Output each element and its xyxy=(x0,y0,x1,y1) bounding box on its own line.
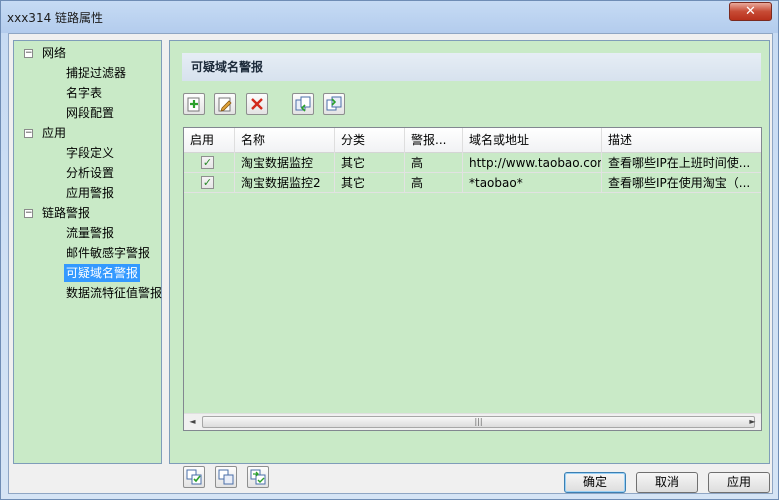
cell-enabled: ✓ xyxy=(184,153,235,173)
ok-button[interactable]: 确定 xyxy=(564,472,626,493)
invert-select-icon xyxy=(250,469,266,485)
tree-item-label: 数据流特征值警报 xyxy=(66,286,163,300)
title-bar: xxx314 链路属性 ✕ xyxy=(1,1,778,33)
settings-tree: − 网络 捕捉过滤器 名字表 网段配置 − 应用 字段定义 分析设置 应用警报 … xyxy=(13,40,162,464)
copy-button[interactable] xyxy=(215,466,237,488)
tree-group-label: 应用 xyxy=(42,126,67,140)
scroll-right-icon[interactable]: ► xyxy=(744,414,761,430)
horizontal-scrollbar[interactable]: ◄ ||| ► xyxy=(184,413,761,430)
invert-select-button[interactable] xyxy=(247,466,269,488)
close-icon: ✕ xyxy=(745,4,756,19)
dialog-client: − 网络 捕捉过滤器 名字表 网段配置 − 应用 字段定义 分析设置 应用警报 … xyxy=(8,33,773,494)
cell-description: 查看哪些IP在上班时间使... xyxy=(602,153,761,173)
delete-button[interactable] xyxy=(246,93,268,115)
tree-item-label: 字段定义 xyxy=(66,146,115,160)
export-button[interactable] xyxy=(323,93,345,115)
scroll-left-icon[interactable]: ◄ xyxy=(184,414,201,430)
collapse-icon[interactable]: − xyxy=(24,129,33,138)
edit-icon xyxy=(218,97,232,112)
cell-domain: http://www.taobao.com xyxy=(463,153,602,173)
cell-name: 淘宝数据监控2 xyxy=(235,173,335,193)
tree-item-label: 流量警报 xyxy=(66,226,115,240)
content-panel: 可疑域名警报 启用 名称 分类 警报... 域名或地址 描述 ✓ 淘宝数据监控 … xyxy=(169,40,770,464)
tree-group-label: 网络 xyxy=(42,46,67,60)
cell-name: 淘宝数据监控 xyxy=(235,153,335,173)
column-header-domain[interactable]: 域名或地址 xyxy=(463,128,602,153)
close-button[interactable]: ✕ xyxy=(729,2,772,21)
apply-button[interactable]: 应用 xyxy=(708,472,770,493)
cell-level: 高 xyxy=(405,173,463,193)
column-header-name[interactable]: 名称 xyxy=(235,128,335,153)
column-header-description[interactable]: 描述 xyxy=(602,128,761,153)
cell-category: 其它 xyxy=(335,153,405,173)
cell-description: 查看哪些IP在使用淘宝（... xyxy=(602,173,761,193)
enabled-checkbox[interactable]: ✓ xyxy=(201,156,214,169)
delete-icon xyxy=(251,98,263,110)
copy-icon xyxy=(218,469,234,485)
cell-domain: *taobao* xyxy=(463,173,602,193)
table-row[interactable]: ✓ 淘宝数据监控 其它 高 http://www.taobao.com 查看哪些… xyxy=(184,153,761,173)
edit-button[interactable] xyxy=(214,93,236,115)
alarm-table: 启用 名称 分类 警报... 域名或地址 描述 ✓ 淘宝数据监控 其它 高 ht… xyxy=(183,127,762,431)
tree-item-label: 可疑域名警报 xyxy=(64,264,141,282)
cell-level: 高 xyxy=(405,153,463,173)
cell-enabled: ✓ xyxy=(184,173,235,193)
enabled-checkbox[interactable]: ✓ xyxy=(201,176,214,189)
import-button[interactable] xyxy=(292,93,314,115)
select-all-icon xyxy=(186,469,202,485)
collapse-icon[interactable]: − xyxy=(24,49,33,58)
tree-item-label: 分析设置 xyxy=(66,166,115,180)
dialog-window: xxx314 链路属性 ✕ − 网络 捕捉过滤器 名字表 网段配置 − 应用 字… xyxy=(0,0,779,500)
tree-item-label: 捕捉过滤器 xyxy=(66,66,127,80)
tree-item-label: 邮件敏感字警报 xyxy=(66,246,151,260)
panel-title: 可疑域名警报 xyxy=(182,53,761,81)
tree-item-label: 网段配置 xyxy=(66,106,115,120)
tree-group-label: 链路警报 xyxy=(42,206,91,220)
cell-category: 其它 xyxy=(335,173,405,193)
scroll-thumb[interactable]: ||| xyxy=(202,416,755,428)
tree-item-label: 应用警报 xyxy=(66,186,115,200)
table-row[interactable]: ✓ 淘宝数据监控2 其它 高 *taobao* 查看哪些IP在使用淘宝（... xyxy=(184,173,761,193)
window-title: xxx314 链路属性 xyxy=(7,11,104,25)
collapse-icon[interactable]: − xyxy=(24,209,33,218)
column-header-enabled[interactable]: 启用 xyxy=(184,128,235,153)
cancel-button[interactable]: 取消 xyxy=(636,472,698,493)
table-header: 启用 名称 分类 警报... 域名或地址 描述 xyxy=(184,128,761,153)
import-icon xyxy=(295,96,311,112)
column-header-category[interactable]: 分类 xyxy=(335,128,405,153)
column-header-level[interactable]: 警报... xyxy=(405,128,463,153)
tree-item-label: 名字表 xyxy=(66,86,103,100)
select-all-button[interactable] xyxy=(183,466,205,488)
export-icon xyxy=(326,96,342,111)
add-icon xyxy=(187,97,200,112)
add-button[interactable] xyxy=(183,93,205,115)
